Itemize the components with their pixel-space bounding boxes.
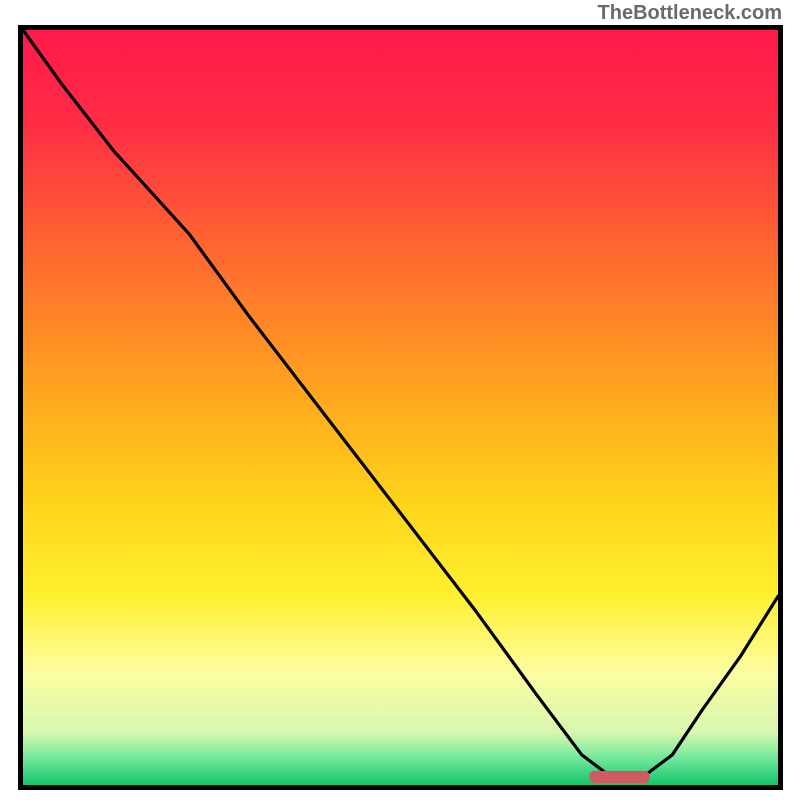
optimum-marker (589, 771, 649, 783)
watermark-text: TheBottleneck.com (598, 2, 782, 25)
chart-background (23, 30, 778, 785)
bottleneck-chart (23, 30, 778, 785)
chart-frame (18, 25, 783, 790)
